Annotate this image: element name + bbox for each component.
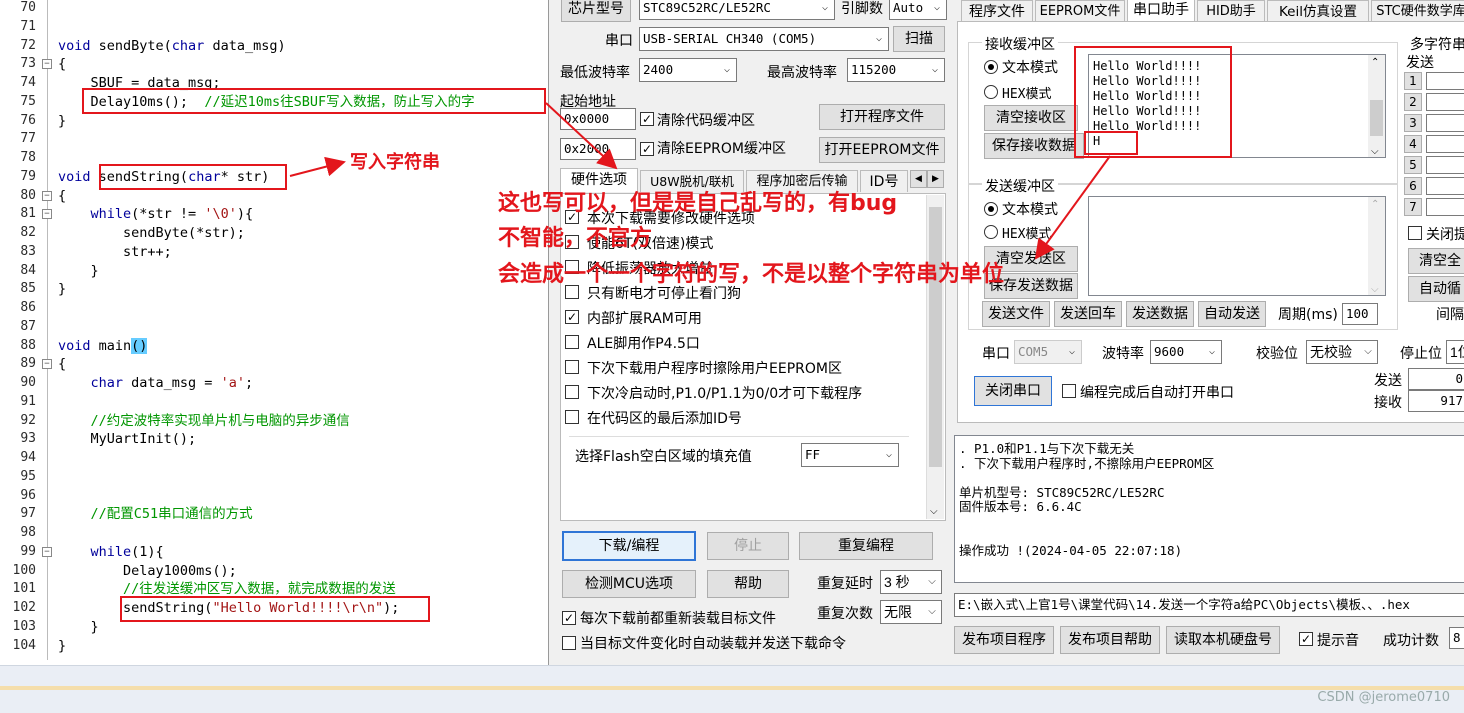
screenshot-root: 70 71 72 void sendByte(char data_msg) 73−{74…	[0, 0, 1464, 713]
arrow-to-label	[289, 156, 346, 177]
annotation-arrows	[289, 102, 1111, 260]
arrow-to-send-area	[1034, 155, 1111, 260]
annotation-write-string: 写入字符串	[350, 152, 440, 173]
bottom-bar: CSDN @jerome0710	[0, 665, 1464, 713]
annotation-line2: 不智能，不官方	[498, 226, 653, 251]
annotation-line1: 这也写可以，但是是自己乱写的，有bug	[498, 191, 898, 216]
bottom-strip	[0, 686, 1464, 690]
annotation-line3: 会造成一个一个字符的写，不是以整个字符串为单位	[498, 262, 1005, 287]
watermark: CSDN @jerome0710	[1317, 690, 1450, 705]
arrow-to-note	[545, 102, 618, 170]
